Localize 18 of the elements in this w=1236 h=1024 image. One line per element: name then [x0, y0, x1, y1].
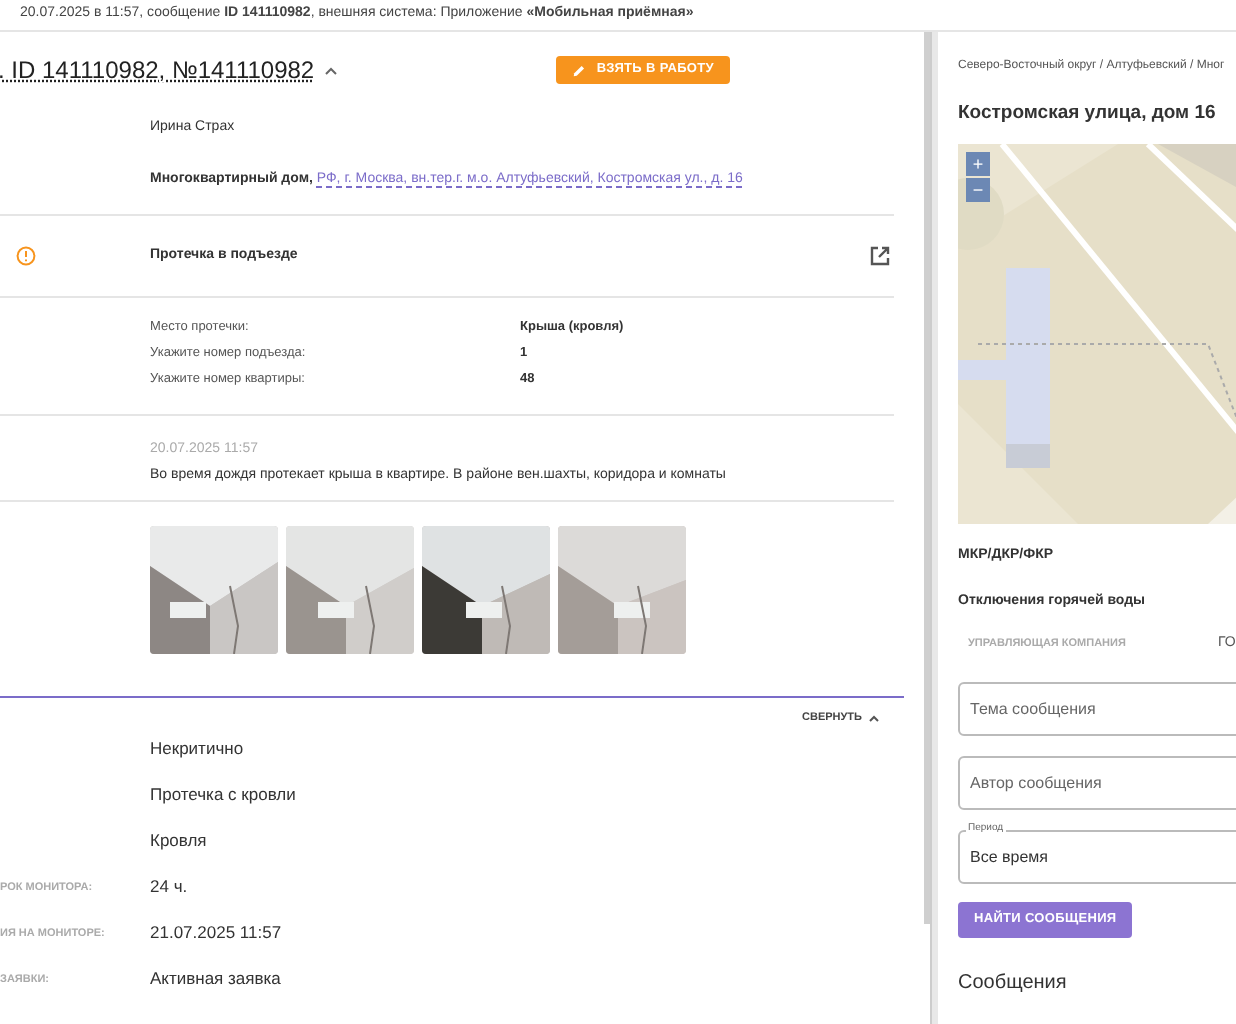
field-value: Активная заявка [150, 966, 281, 993]
text-field[interactable]: Тема сообщения [958, 682, 1236, 736]
field-value: Протечка с кровли [150, 782, 296, 809]
field-value: 21.07.2025 11:57 [150, 920, 282, 947]
pencil-icon [572, 63, 587, 77]
field-value: Некритично [150, 736, 244, 763]
field-value: Кровля [150, 828, 207, 855]
messages-heading: Сообщения [958, 972, 1067, 995]
chevron-up-icon [868, 714, 880, 723]
open-external-icon[interactable] [870, 246, 890, 266]
request-title: . ID 141110982, №141110982 [0, 54, 315, 88]
field-value: 24 ч. [150, 874, 188, 901]
warning-icon [16, 246, 36, 266]
address-heading: Костромская улица, дом 16 [958, 100, 1216, 128]
text-field[interactable]: Автор сообщения [958, 756, 1236, 810]
collapse-icon[interactable] [324, 65, 339, 75]
zoom-out-button[interactable]: − [966, 178, 990, 202]
zoom-in-button[interactable]: + [966, 152, 990, 176]
